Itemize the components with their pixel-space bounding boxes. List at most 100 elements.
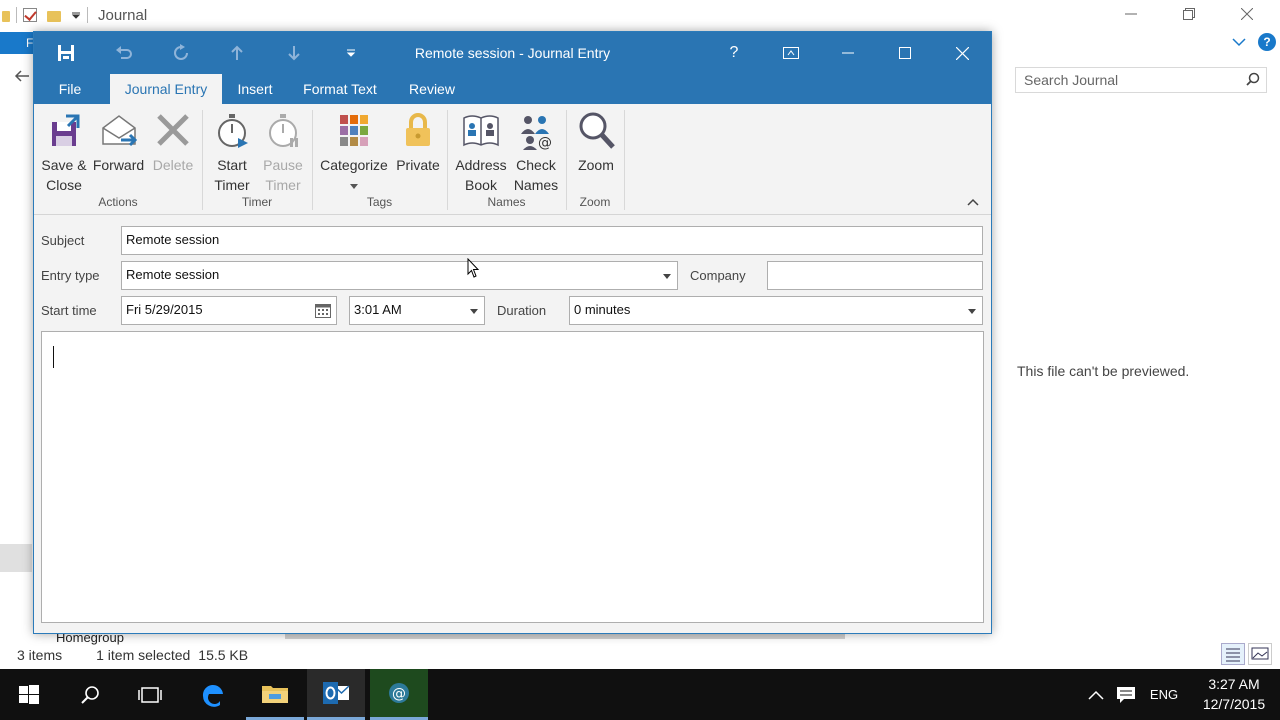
edge-browser-button[interactable]: [184, 669, 242, 720]
undo-button[interactable]: [113, 43, 135, 63]
duration-label: Duration: [497, 303, 547, 318]
redo-icon: [174, 44, 188, 60]
task-view-icon: [138, 686, 162, 703]
check-names-label-line2: Names: [513, 177, 559, 193]
input-language-indicator[interactable]: ENG: [1142, 669, 1186, 720]
new-folder-icon[interactable]: [47, 10, 61, 22]
magnifier-icon: [579, 112, 615, 149]
duration-value: 0 minutes: [574, 302, 631, 317]
show-hidden-icons-button[interactable]: [1082, 669, 1110, 720]
company-input[interactable]: [767, 261, 983, 290]
outlook-button[interactable]: [307, 669, 365, 720]
calendar-icon[interactable]: [315, 303, 331, 318]
nav-pane-selected-item[interactable]: [0, 544, 32, 572]
delete-button[interactable]: Delete: [147, 110, 199, 175]
file-explorer-button[interactable]: [246, 669, 304, 720]
customize-dropdown-icon: [346, 49, 356, 57]
collapse-ribbon-icon[interactable]: [965, 196, 981, 208]
help-label: ?: [729, 44, 739, 61]
save-and-close-button[interactable]: Save & Close: [37, 110, 91, 195]
delete-x-icon: [157, 114, 189, 146]
forward-button[interactable]: Forward: [91, 110, 146, 175]
back-button[interactable]: [14, 68, 30, 89]
next-item-button[interactable]: [283, 43, 305, 63]
pause-timer-button[interactable]: Pause Timer: [257, 110, 309, 195]
explorer-minimize-button[interactable]: [1102, 0, 1160, 28]
search-journal-input[interactable]: Search Journal: [1015, 67, 1267, 93]
minimize-icon: [842, 52, 854, 54]
clock-time: 3:27 AM: [1208, 676, 1260, 692]
categorize-label: Categorize: [320, 157, 388, 173]
save-button[interactable]: [55, 43, 77, 63]
start-button[interactable]: [0, 669, 58, 720]
save-close-icon: [52, 114, 80, 146]
ribbon-expand-chevron[interactable]: [1232, 34, 1246, 50]
address-book-label-line2: Book: [465, 177, 497, 193]
private-button[interactable]: Private: [392, 110, 444, 175]
minimize-button[interactable]: [826, 32, 870, 74]
explorer-file-tab[interactable]: F: [0, 32, 34, 54]
forward-envelope-icon: [101, 115, 137, 147]
tab-journal-entry[interactable]: Journal Entry: [110, 74, 222, 104]
entry-type-select[interactable]: Remote session: [121, 261, 678, 290]
language-label: ENG: [1149, 687, 1179, 702]
tab-file[interactable]: File: [34, 74, 106, 104]
start-timer-button[interactable]: Start Timer: [206, 110, 258, 195]
previous-item-button[interactable]: [226, 43, 248, 63]
address-book-label-line1: Address: [455, 157, 507, 173]
explorer-titlebar: Journal: [0, 0, 1280, 30]
customize-dropdown-icon[interactable]: [71, 10, 81, 20]
customize-qat-button[interactable]: [340, 43, 362, 63]
large-icons-view-button[interactable]: [1248, 643, 1272, 665]
journal-body-editor[interactable]: [41, 331, 984, 623]
address-book-button[interactable]: Address Book: [452, 110, 510, 195]
explorer-status-bar: 3 items 1 item selected 15.5 KB: [0, 643, 1280, 667]
close-button[interactable]: [940, 32, 984, 74]
close-icon: [1241, 8, 1253, 20]
search-icon: [81, 685, 99, 704]
chevron-down-icon: [1232, 38, 1246, 47]
journal-entry-window: Remote session - Journal Entry ? File Jo…: [33, 31, 992, 634]
delete-label: Delete: [152, 157, 194, 173]
taskbar-clock[interactable]: 3:27 AM 12/7/2015: [1194, 674, 1274, 714]
close-icon: [955, 46, 969, 60]
properties-check-icon[interactable]: [23, 8, 37, 22]
start-date-picker[interactable]: Fri 5/29/2015: [121, 296, 337, 325]
start-time-select[interactable]: 3:01 AM: [349, 296, 485, 325]
forward-label: Forward: [92, 157, 145, 173]
chevron-down-icon: [663, 274, 671, 279]
chevron-up-icon: [1088, 690, 1104, 700]
chevron-down-icon: [470, 309, 478, 314]
help-button[interactable]: ?: [712, 32, 756, 74]
check-names-button[interactable]: @ Check Names: [510, 110, 562, 195]
zoom-button[interactable]: Zoom: [570, 110, 622, 175]
chevron-down-icon: [350, 184, 358, 189]
search-icon[interactable]: [1246, 72, 1260, 86]
text-caret: [53, 346, 54, 368]
journal-item-button[interactable]: @: [370, 669, 428, 720]
tab-format-text[interactable]: Format Text: [292, 74, 388, 104]
search-button[interactable]: [61, 669, 119, 720]
subject-input[interactable]: Remote session: [121, 226, 983, 255]
categorize-button[interactable]: Categorize: [316, 110, 392, 195]
maximize-button[interactable]: [883, 32, 927, 74]
action-center-button[interactable]: [1112, 669, 1140, 720]
duration-select[interactable]: 0 minutes: [569, 296, 983, 325]
toolbar-divider: [16, 7, 17, 23]
edge-browser-icon: [202, 684, 223, 707]
explorer-restore-button[interactable]: [1160, 0, 1218, 28]
tab-review[interactable]: Review: [400, 74, 464, 104]
large-icons-view-icon: [1251, 647, 1269, 660]
start-timer-label-line2: Timer: [214, 177, 250, 193]
redo-button[interactable]: [170, 43, 192, 63]
ribbon-display-options-button[interactable]: [769, 32, 813, 74]
task-view-button[interactable]: [121, 669, 179, 720]
tab-insert[interactable]: Insert: [226, 74, 284, 104]
windows-logo-icon: [19, 684, 39, 704]
explorer-help-button[interactable]: ?: [1258, 33, 1276, 51]
clock-date: 12/7/2015: [1202, 696, 1266, 712]
ribbon-separator: [624, 110, 625, 210]
details-view-button[interactable]: [1221, 643, 1245, 665]
explorer-close-button[interactable]: [1218, 0, 1276, 28]
zoom-label: Zoom: [578, 157, 614, 173]
